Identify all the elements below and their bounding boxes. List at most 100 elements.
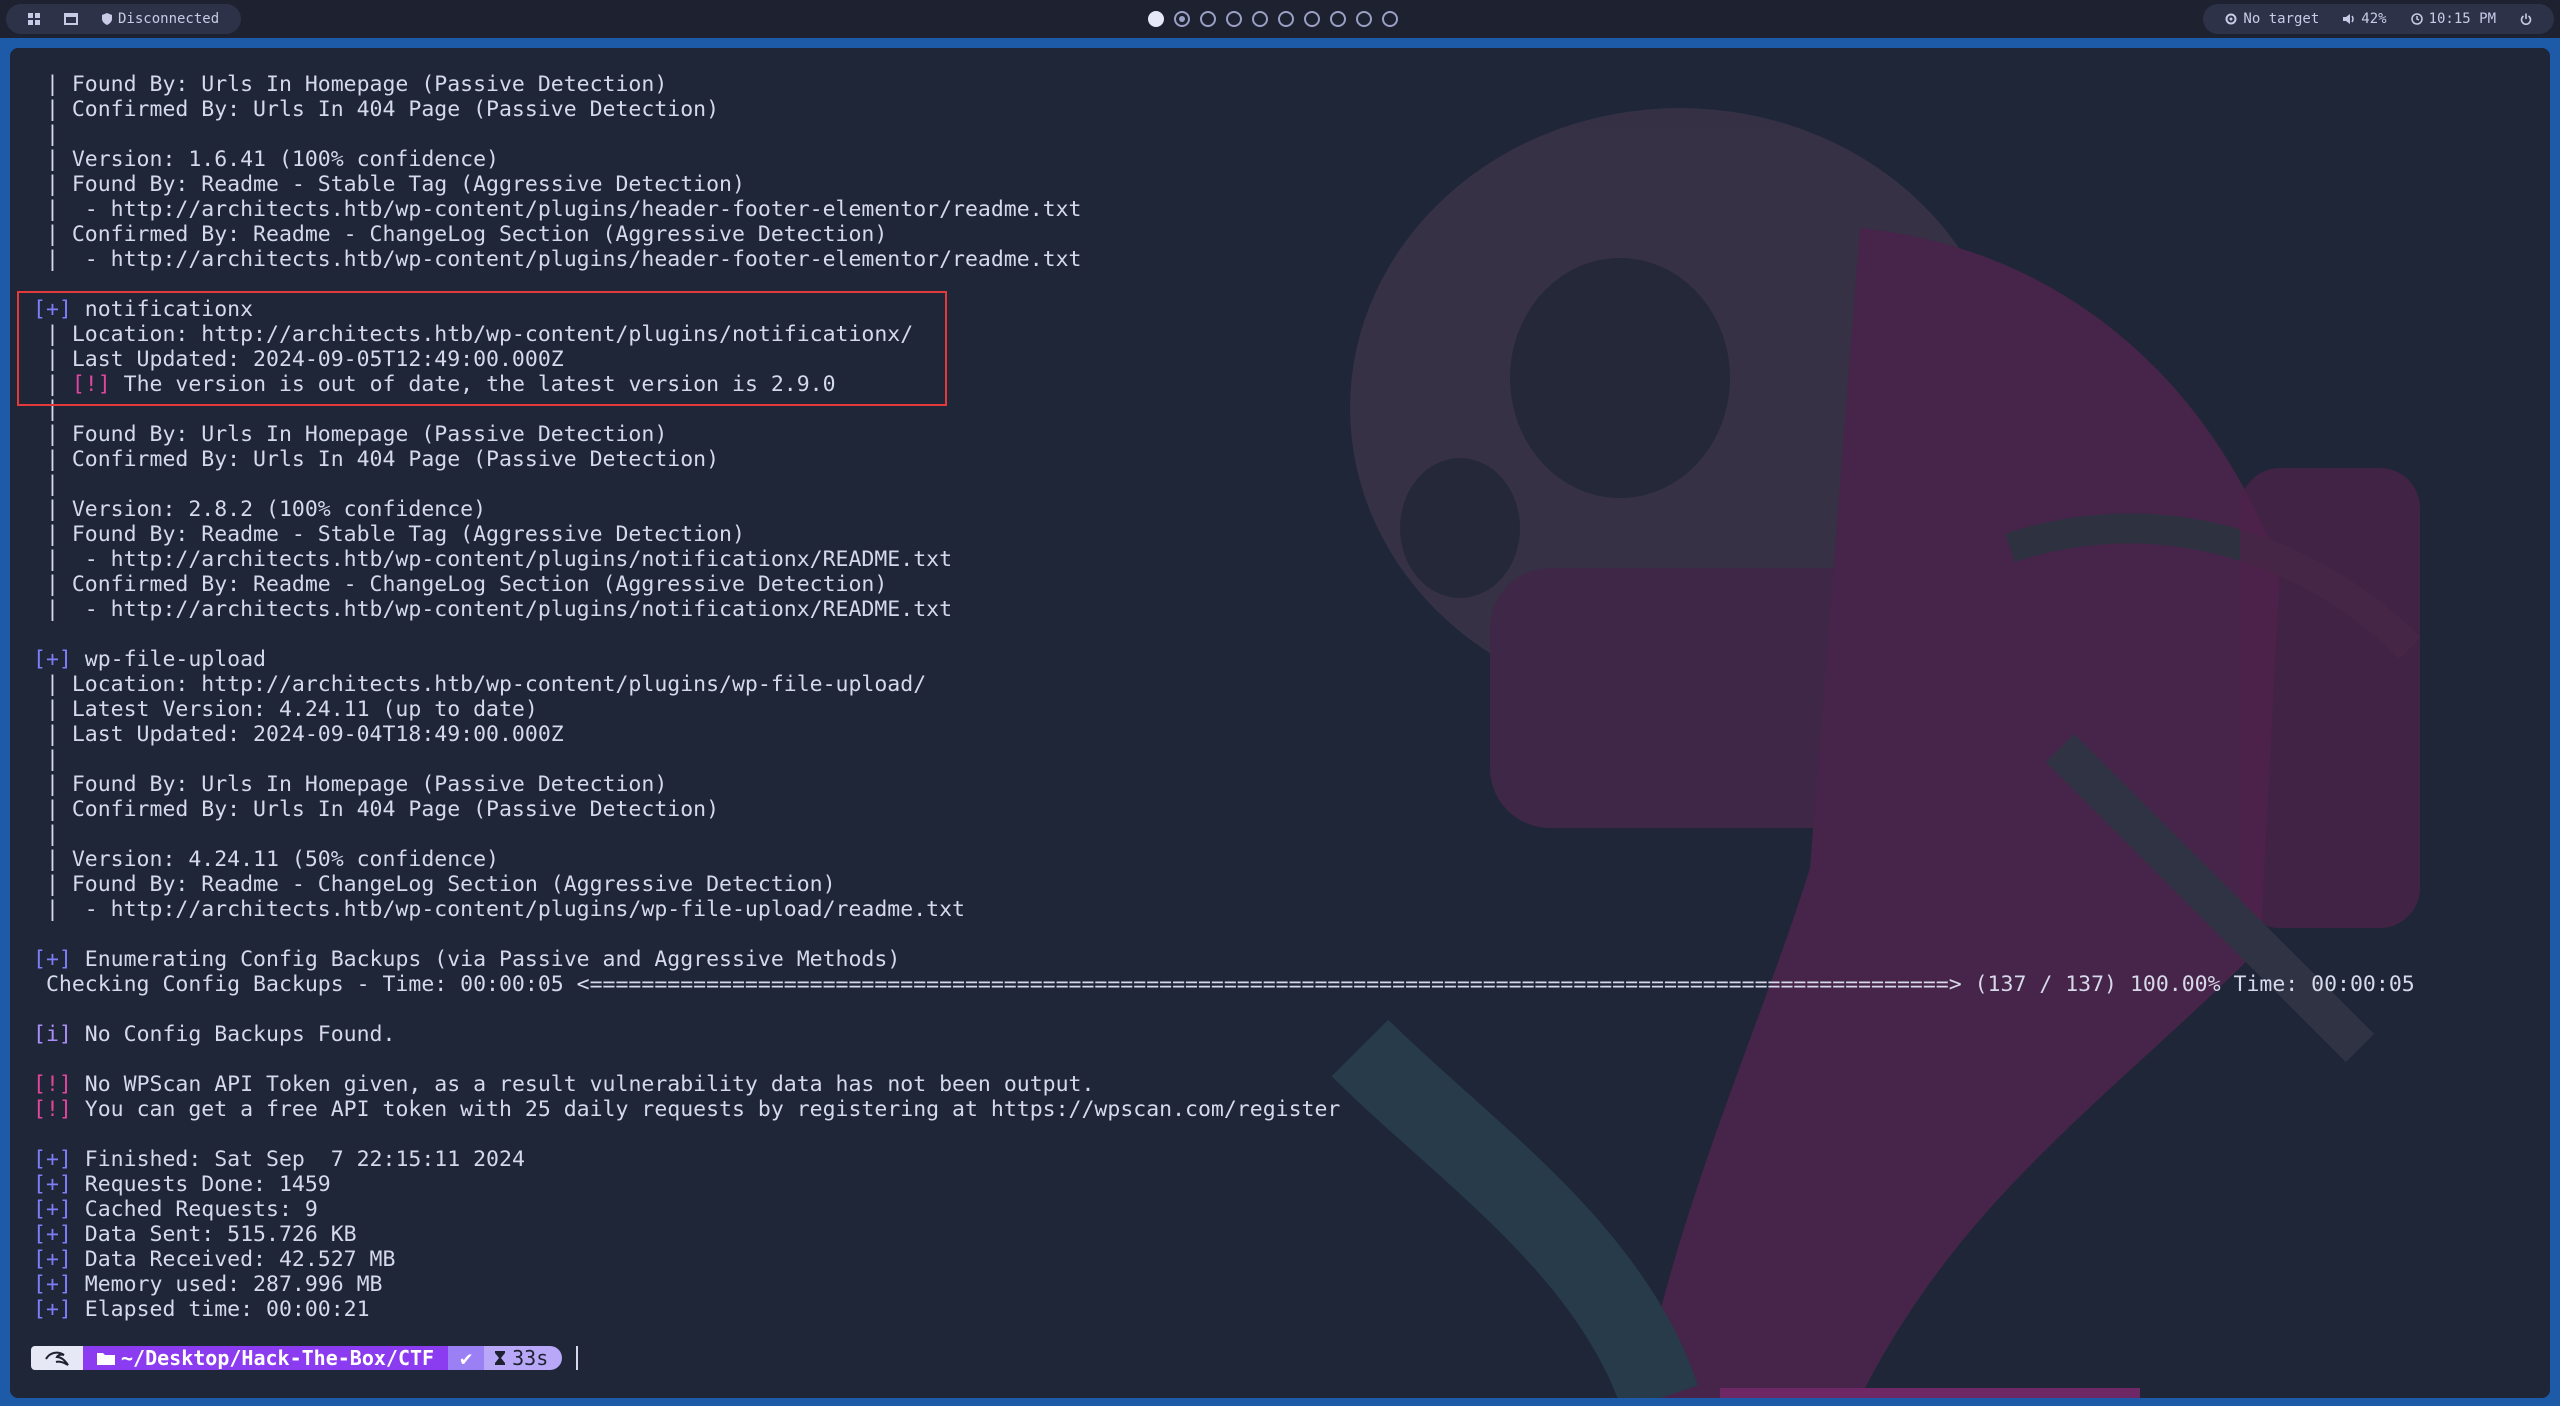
terminal-line: [+] wp-file-upload bbox=[33, 647, 2415, 672]
line-text: | - http://architects.htb/wp-content/plu… bbox=[33, 897, 965, 922]
line-text: No Config Backups Found. bbox=[71, 1022, 396, 1047]
line-text: | Found By: Urls In Homepage (Passive De… bbox=[33, 422, 668, 447]
terminal-line: | - http://architects.htb/wp-content/plu… bbox=[33, 597, 2415, 622]
grid-icon bbox=[28, 13, 40, 25]
prompt-os-segment bbox=[31, 1346, 83, 1370]
shell-prompt[interactable]: ~/Desktop/Hack-The-Box/CTF ✔ 33s bbox=[31, 1346, 579, 1370]
clock[interactable]: 10:15 PM bbox=[2399, 11, 2508, 27]
line-text: | Confirmed By: Urls In 404 Page (Passiv… bbox=[33, 97, 720, 122]
prompt-path-current: CTF bbox=[397, 1346, 435, 1370]
line-text: | - http://architects.htb/wp-content/plu… bbox=[33, 197, 1082, 222]
window-switch-button[interactable] bbox=[52, 4, 90, 34]
terminal-line: | Confirmed By: Readme - ChangeLog Secti… bbox=[33, 222, 2415, 247]
terminal-line: | - http://architects.htb/wp-content/plu… bbox=[33, 547, 2415, 572]
line-text: | Version: 1.6.41 (100% confidence) bbox=[33, 147, 499, 172]
terminal-window[interactable]: | Found By: Urls In Homepage (Passive De… bbox=[10, 48, 2550, 1398]
vpn-status[interactable]: Disconnected bbox=[90, 4, 231, 34]
line-text: | Last Updated: 2024-09-04T18:49:00.000Z bbox=[33, 722, 564, 747]
terminal-line: | Location: http://architects.htb/wp-con… bbox=[33, 672, 2415, 697]
terminal-line: | Found By: Readme - Stable Tag (Aggress… bbox=[33, 172, 2415, 197]
line-text: | Confirmed By: Urls In 404 Page (Passiv… bbox=[33, 797, 720, 822]
terminal-line: [+] Requests Done: 1459 bbox=[33, 1172, 2415, 1197]
prompt-duration: 33s bbox=[512, 1346, 549, 1370]
topbar-right-group: No target 42% 10:15 PM bbox=[2203, 4, 2554, 34]
terminal-line: | Version: 4.24.11 (50% confidence) bbox=[33, 847, 2415, 872]
workspace-5[interactable] bbox=[1252, 11, 1268, 27]
topbar-left-group: Disconnected bbox=[6, 4, 242, 34]
line-tag: [+] bbox=[33, 1297, 72, 1322]
line-text: Cached Requests: 9 bbox=[71, 1197, 318, 1222]
terminal-line: | Found By: Urls In Homepage (Passive De… bbox=[33, 772, 2415, 797]
terminal-line: | Found By: Readme - Stable Tag (Aggress… bbox=[33, 522, 2415, 547]
text-cursor bbox=[576, 1346, 579, 1370]
speaker-icon bbox=[2343, 14, 2355, 24]
line-text: | - http://architects.htb/wp-content/plu… bbox=[33, 597, 953, 622]
terminal-line: [+] Finished: Sat Sep 7 22:15:11 2024 bbox=[33, 1147, 2415, 1172]
terminal-line: | bbox=[33, 122, 2415, 147]
line-text: No WPScan API Token given, as a result v… bbox=[71, 1072, 1095, 1097]
workspace-9[interactable] bbox=[1356, 11, 1372, 27]
prompt-path-segment: ~/Desktop/Hack-The-Box/CTF bbox=[83, 1346, 449, 1370]
terminal-line: [+] Elapsed time: 00:00:21 bbox=[33, 1297, 2415, 1322]
line-tag: [+] bbox=[33, 947, 72, 972]
workspace-3[interactable] bbox=[1200, 11, 1216, 27]
terminal-line: [!] You can get a free API token with 25… bbox=[33, 1097, 2415, 1122]
terminal-line: [+] Enumerating Config Backups (via Pass… bbox=[33, 947, 2415, 972]
workspace-6[interactable] bbox=[1278, 11, 1294, 27]
terminal-line: | bbox=[33, 472, 2415, 497]
prompt-status-segment: ✔ bbox=[448, 1346, 485, 1370]
window-icon bbox=[64, 13, 78, 25]
terminal-line: | Found By: Urls In Homepage (Passive De… bbox=[33, 72, 2415, 97]
terminal-line: | Version: 1.6.41 (100% confidence) bbox=[33, 147, 2415, 172]
line-text: You can get a free API token with 25 dai… bbox=[71, 1097, 1341, 1122]
line-text: | Found By: Readme - Stable Tag (Aggress… bbox=[33, 172, 745, 197]
terminal-line: [+] Data Sent: 515.726 KB bbox=[33, 1222, 2415, 1247]
prompt-path: ~/Desktop/Hack-The-Box/CTF bbox=[121, 1346, 434, 1370]
power-icon bbox=[2520, 13, 2532, 25]
target-indicator[interactable]: No target bbox=[2213, 11, 2331, 27]
terminal-line: [+] Data Received: 42.527 MB bbox=[33, 1247, 2415, 1272]
line-tag: [+] bbox=[33, 647, 72, 672]
terminal-line: | - http://architects.htb/wp-content/plu… bbox=[33, 197, 2415, 222]
kali-dragon-icon bbox=[45, 1351, 69, 1366]
terminal-line: | Found By: Urls In Homepage (Passive De… bbox=[33, 422, 2415, 447]
line-text: Checking Config Backups - Time: 00:00:05… bbox=[33, 972, 2415, 997]
workspace-8[interactable] bbox=[1330, 11, 1346, 27]
app-menu-button[interactable] bbox=[16, 4, 52, 34]
power-button[interactable] bbox=[2508, 13, 2544, 25]
workspace-1[interactable] bbox=[1148, 11, 1164, 27]
line-tag: [+] bbox=[33, 1147, 72, 1172]
terminal-line: | bbox=[33, 747, 2415, 772]
terminal-line: | Last Updated: 2024-09-04T18:49:00.000Z bbox=[33, 722, 2415, 747]
line-text: | bbox=[33, 822, 59, 847]
target-icon bbox=[2225, 13, 2237, 25]
top-status-bar: Disconnected No target 42% 10:15 PM bbox=[0, 0, 2560, 38]
terminal-line: [!] No WPScan API Token given, as a resu… bbox=[33, 1072, 2415, 1097]
terminal-line: [i] No Config Backups Found. bbox=[33, 1022, 2415, 1047]
highlight-box-notificationx bbox=[17, 291, 947, 406]
terminal-line: | Confirmed By: Urls In 404 Page (Passiv… bbox=[33, 97, 2415, 122]
line-text: | Found By: Readme - ChangeLog Section (… bbox=[33, 872, 836, 897]
terminal-line: | Confirmed By: Urls In 404 Page (Passiv… bbox=[33, 797, 2415, 822]
workspace-10[interactable] bbox=[1382, 11, 1398, 27]
line-tag: [+] bbox=[33, 1272, 72, 1297]
workspace-4[interactable] bbox=[1226, 11, 1242, 27]
workspace-2[interactable] bbox=[1174, 11, 1190, 27]
line-text: Memory used: 287.996 MB bbox=[71, 1272, 383, 1297]
shield-icon bbox=[102, 13, 112, 25]
line-text: Finished: Sat Sep 7 22:15:11 2024 bbox=[71, 1147, 525, 1172]
workspace-7[interactable] bbox=[1304, 11, 1320, 27]
line-text: | Confirmed By: Readme - ChangeLog Secti… bbox=[33, 572, 888, 597]
line-text: Elapsed time: 00:00:21 bbox=[71, 1297, 370, 1322]
volume-indicator[interactable]: 42% bbox=[2331, 11, 2398, 27]
line-text: Requests Done: 1459 bbox=[71, 1172, 331, 1197]
line-text: | Confirmed By: Urls In 404 Page (Passiv… bbox=[33, 447, 720, 472]
line-tag: [+] bbox=[33, 1222, 72, 1247]
terminal-line: Checking Config Backups - Time: 00:00:05… bbox=[33, 972, 2415, 997]
folder-icon bbox=[97, 1353, 115, 1365]
line-text: | Location: http://architects.htb/wp-con… bbox=[33, 672, 927, 697]
